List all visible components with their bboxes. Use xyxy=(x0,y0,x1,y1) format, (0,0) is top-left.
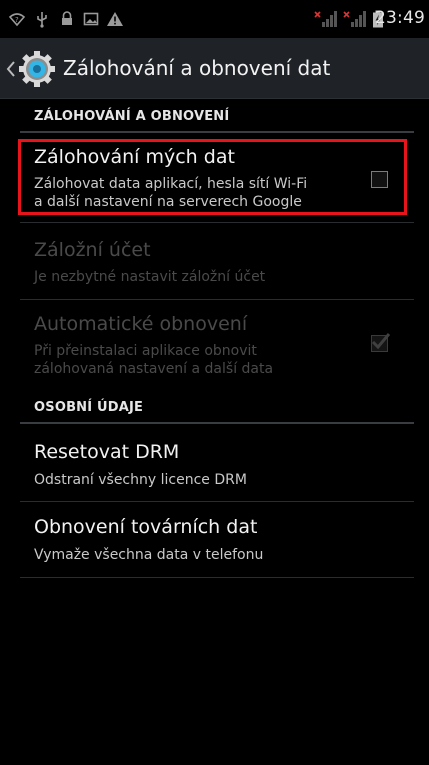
pref-factory-reset-title: Obnovení továrních dat xyxy=(34,516,258,538)
settings-gear-icon[interactable] xyxy=(17,49,57,89)
highlight-box xyxy=(18,139,407,215)
pref-auto-restore-summary-2: zálohovaná nastavení a další data xyxy=(34,361,274,377)
status-bar: ? 23:49 xyxy=(0,0,429,38)
checkmark-icon xyxy=(371,333,391,350)
pref-reset-drm[interactable]: Resetovat DRM Odstraní všechny licence D… xyxy=(20,426,414,500)
page-title: Zálohování a obnovení dat xyxy=(63,56,331,80)
action-bar: Zálohování a obnovení dat xyxy=(0,38,429,99)
signal-no-service-icon xyxy=(343,11,366,27)
wifi-icon: ? xyxy=(8,13,26,27)
usb-icon xyxy=(37,12,47,28)
divider xyxy=(20,299,414,300)
pref-reset-drm-title: Resetovat DRM xyxy=(34,441,180,463)
divider xyxy=(20,222,414,223)
back-chevron-icon[interactable] xyxy=(6,60,16,78)
pref-factory-reset-summary: Vymaže všechna data v telefonu xyxy=(34,547,264,563)
pref-backup-account[interactable]: Záložní účet Je nezbytné nastavit záložn… xyxy=(20,225,414,297)
screen: ? 23:49 Zálohování a obnovení dat ZÁLOHO… xyxy=(0,0,429,765)
image-icon xyxy=(83,12,99,26)
section-header-backup-label: ZÁLOHOVÁNÍ A OBNOVENÍ xyxy=(34,109,230,124)
pref-reset-drm-summary: Odstraní všechny licence DRM xyxy=(34,472,247,488)
divider xyxy=(20,501,414,502)
section-header-personal: OSOBNÍ ÚDAJE xyxy=(20,392,414,424)
pref-factory-reset[interactable]: Obnovení továrních dat Vymaže všechna da… xyxy=(20,503,414,577)
signal-no-service-icon xyxy=(314,11,337,27)
status-time: 23:49 xyxy=(375,8,425,28)
pref-auto-restore-summary-1: Při přeinstalaci aplikace obnovit xyxy=(34,343,257,359)
pref-backup-account-summary: Je nezbytné nastavit záložní účet xyxy=(34,269,266,285)
svg-text:?: ? xyxy=(15,16,19,24)
section-header-personal-label: OSOBNÍ ÚDAJE xyxy=(34,400,144,415)
divider xyxy=(20,577,414,578)
auto-restore-checkbox[interactable] xyxy=(371,333,391,352)
section-header-backup: ZÁLOHOVÁNÍ A OBNOVENÍ xyxy=(20,101,414,133)
pref-auto-restore[interactable]: Automatické obnovení Při přeinstalaci ap… xyxy=(20,302,414,387)
pref-backup-account-title: Záložní účet xyxy=(34,239,151,261)
lock-icon xyxy=(62,11,72,25)
warning-icon xyxy=(107,12,123,26)
pref-auto-restore-title: Automatické obnovení xyxy=(34,313,248,335)
